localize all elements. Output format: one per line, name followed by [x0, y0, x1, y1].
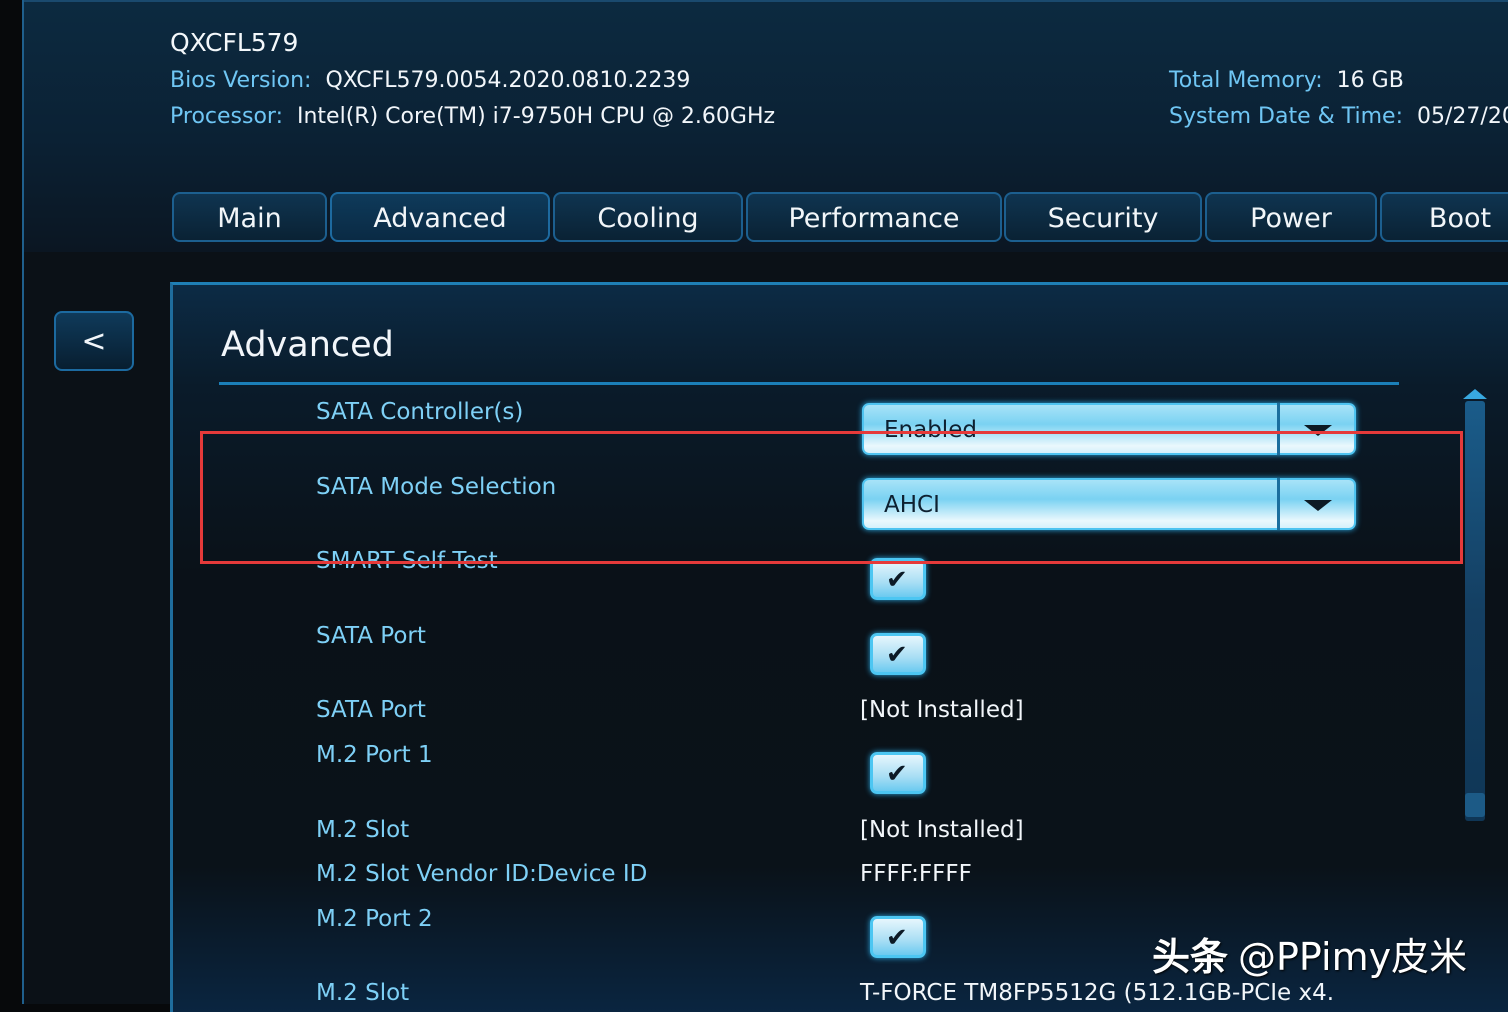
tab-power[interactable]: Power	[1205, 192, 1377, 242]
checkmark-icon: ✔	[886, 565, 908, 595]
scrollbar[interactable]	[1463, 385, 1487, 825]
watermark-handle: @PPimy皮米	[1238, 935, 1468, 979]
setting-label-sata-port-status: SATA Port	[316, 697, 426, 723]
page-title: Advanced	[221, 325, 394, 365]
bios-version-row: Bios Version: QXCFL579.0054.2020.0810.223…	[170, 68, 690, 93]
advanced-panel: Advanced SATA Controller(s) Enabled SATA…	[170, 282, 1508, 1012]
tab-performance[interactable]: Performance	[746, 192, 1002, 242]
tab-advanced[interactable]: Advanced	[330, 192, 550, 242]
total-memory-row: Total Memory: 16 GB	[1169, 68, 1404, 93]
m2-port-1-checkbox[interactable]: ✔	[870, 752, 926, 794]
setting-label-m2-port-1: M.2 Port 1	[316, 742, 433, 768]
smart-self-test-checkbox[interactable]: ✔	[870, 558, 926, 600]
scroll-thumb[interactable]	[1465, 793, 1485, 817]
total-memory-label: Total Memory:	[1169, 68, 1323, 93]
m2-port-2-checkbox[interactable]: ✔	[870, 916, 926, 958]
watermark-prefix: 头条	[1152, 935, 1229, 979]
sata-port-checkbox[interactable]: ✔	[870, 633, 926, 675]
sata-port-status: [Not Installed]	[860, 697, 1024, 723]
setting-label-m2-slot-2: M.2 Slot	[316, 980, 410, 1006]
bios-version-value: QXCFL579.0054.2020.0810.2239	[325, 68, 691, 93]
setting-label-sata-port: SATA Port	[316, 623, 426, 649]
processor-value: Intel(R) Core(TM) i7-9750H CPU @ 2.60GHz	[297, 104, 776, 129]
back-button[interactable]: <	[54, 311, 134, 371]
processor-label: Processor:	[170, 104, 283, 129]
bios-version-label: Bios Version:	[170, 68, 312, 93]
system-datetime-row: System Date & Time: 05/27/202	[1169, 104, 1508, 129]
tab-cooling[interactable]: Cooling	[553, 192, 743, 242]
setting-label-sata-controllers: SATA Controller(s)	[316, 399, 524, 425]
tab-boot[interactable]: Boot	[1380, 192, 1508, 242]
tab-security[interactable]: Security	[1004, 192, 1202, 242]
setting-label-m2-vendor-id: M.2 Slot Vendor ID:Device ID	[316, 861, 648, 887]
processor-row: Processor: Intel(R) Core(TM) i7-9750H CPU…	[170, 104, 775, 129]
checkmark-icon: ✔	[886, 640, 908, 670]
checkmark-icon: ✔	[886, 759, 908, 789]
tab-main[interactable]: Main	[172, 192, 327, 242]
checkmark-icon: ✔	[886, 923, 908, 953]
watermark: 头条 @PPimy皮米	[1152, 926, 1467, 981]
system-datetime-value: 05/27/202	[1417, 104, 1508, 129]
setting-label-m2-port-2: M.2 Port 2	[316, 906, 433, 932]
system-datetime-label: System Date & Time:	[1169, 104, 1404, 129]
setting-label-m2-slot: M.2 Slot	[316, 817, 410, 843]
annotation-highlight-box	[200, 431, 1463, 564]
m2-slot-2-device: T-FORCE TM8FP5512G (512.1GB-PCIe x4.	[860, 980, 1335, 1006]
total-memory-value: 16 GB	[1336, 68, 1404, 93]
m2-slot-status: [Not Installed]	[860, 817, 1024, 843]
system-info-header: QXCFL579 Bios Version: QXCFL579.0054.2020…	[24, 0, 1508, 252]
m2-vendor-id-value: FFFF:FFFF	[860, 861, 972, 887]
model-name: QXCFL579	[170, 28, 299, 57]
scroll-track[interactable]	[1465, 401, 1485, 821]
title-divider	[219, 382, 1399, 385]
chevron-up-icon[interactable]	[1463, 389, 1487, 399]
